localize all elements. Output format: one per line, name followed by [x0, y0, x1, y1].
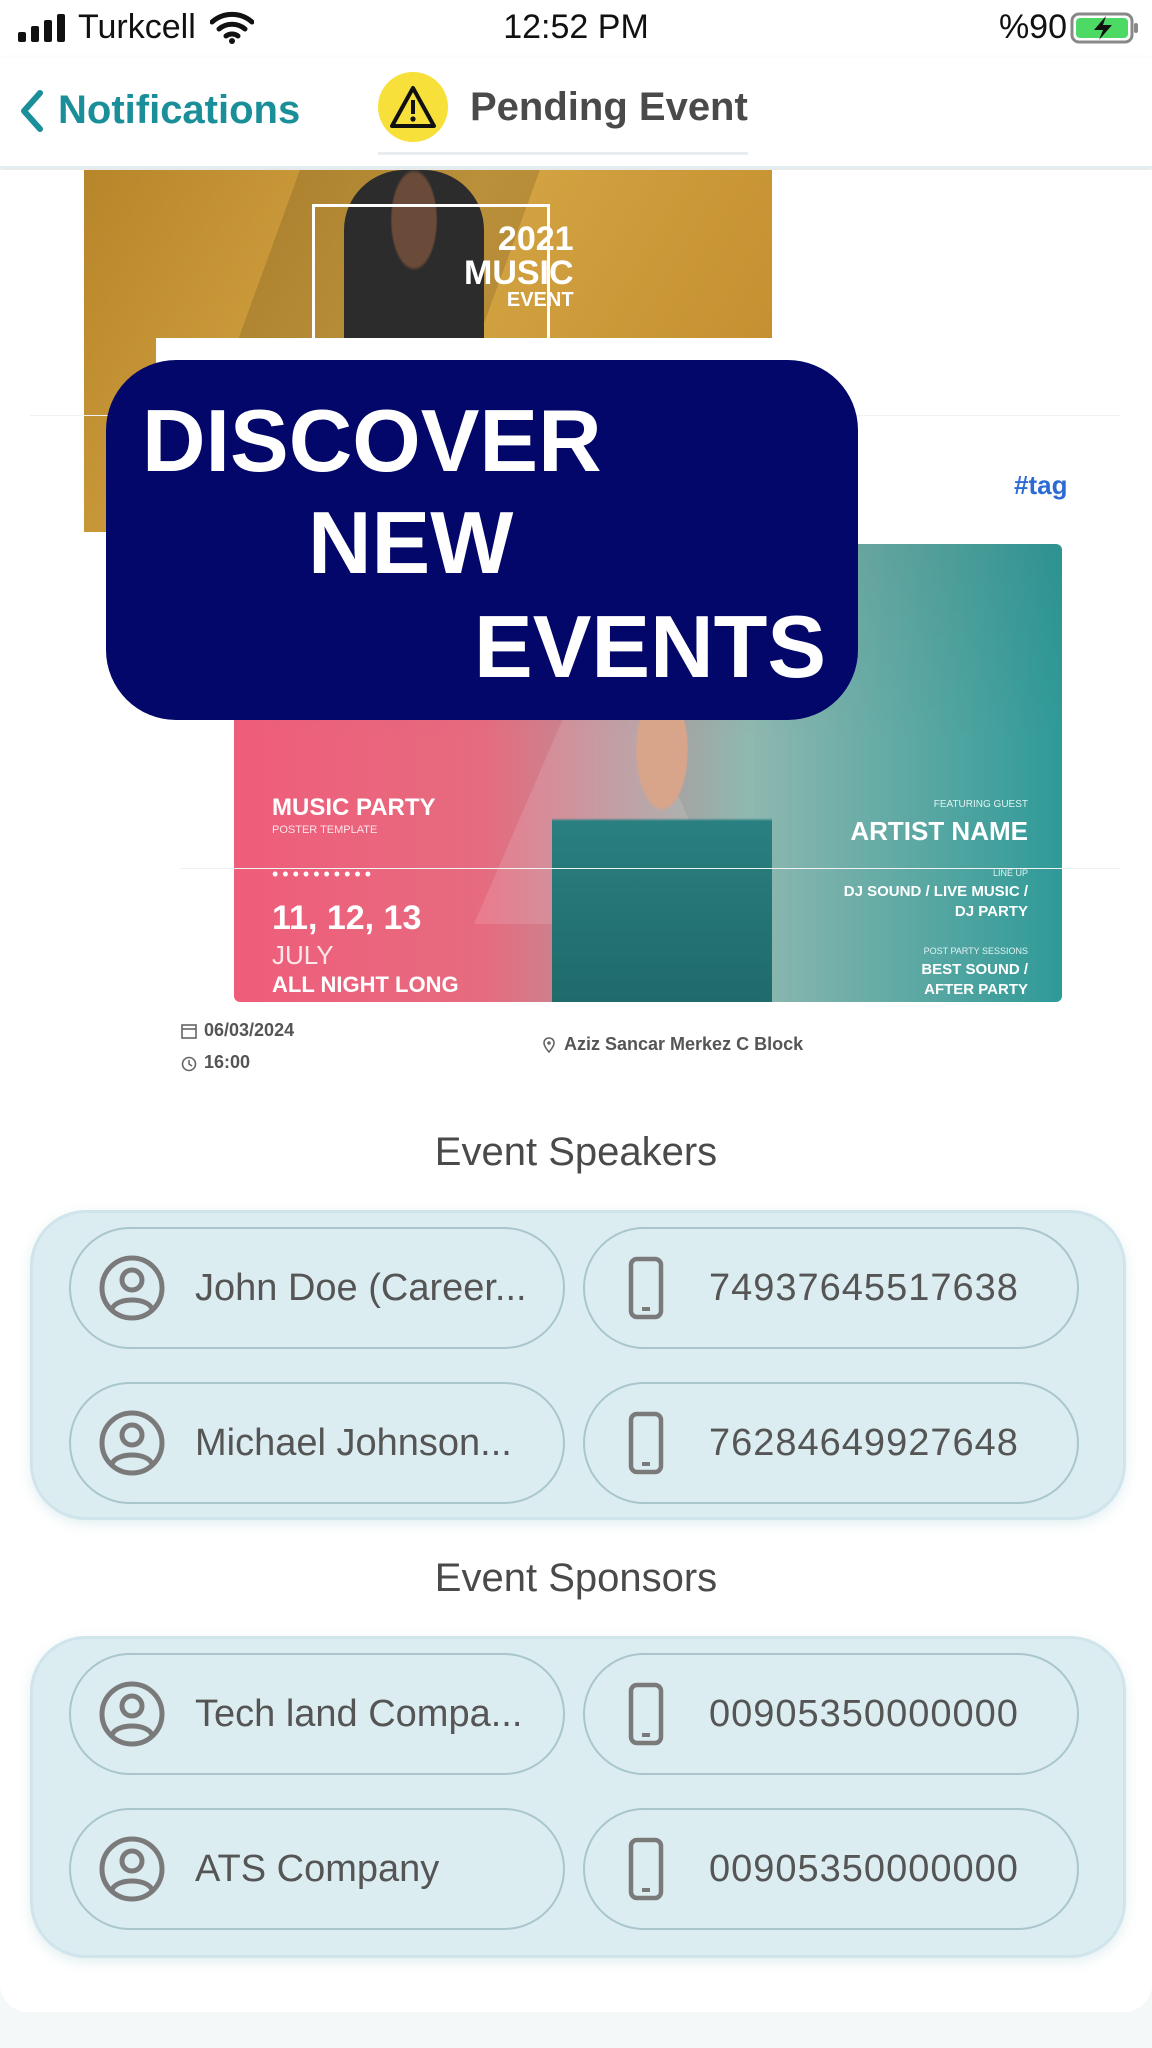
back-button[interactable]: Notifications — [18, 88, 300, 133]
sponsor-name-1[interactable]: Tech land Compa... — [69, 1653, 565, 1775]
poster-lineup: DJ SOUND / LIVE MUSIC / DJ PARTY — [843, 883, 1028, 920]
poster-lineup-label: LINE UP — [992, 868, 1028, 878]
phone-icon — [628, 1682, 664, 1746]
speakers-section-title: Event Speakers — [434, 1130, 718, 1174]
sponsors-list: Tech land Compa... 00905350000000 ATS Co… — [30, 1636, 1126, 1958]
warning-icon — [378, 72, 448, 142]
event-date: 06/03/2024 — [180, 1020, 294, 1041]
status-time: 12:52 PM — [503, 8, 649, 46]
speaker-phone-1[interactable]: 74937645517638 — [583, 1227, 1079, 1349]
phone-icon — [628, 1256, 664, 1320]
poster-dj-image — [552, 694, 772, 1002]
user-icon — [99, 1681, 165, 1747]
page-title: Pending Event — [470, 84, 748, 129]
speakers-list: John Doe (Career... 74937645517638 Micha… — [30, 1210, 1126, 1520]
sponsor-name-2[interactable]: ATS Company — [69, 1808, 565, 1930]
poster-month: JULY — [272, 940, 334, 970]
poster-night: ALL NIGHT LONG — [272, 972, 459, 997]
location-pin-icon — [543, 1036, 555, 1053]
status-bar: Turkcell 12:52 PM %90 — [0, 0, 1152, 58]
poster-party-title: MUSIC PARTY — [272, 794, 436, 821]
event-tag[interactable]: #tag — [1014, 470, 1067, 501]
speaker-name-1[interactable]: John Doe (Career... — [69, 1227, 565, 1349]
discover-events-banner: DISCOVER NEW EVENTS — [106, 360, 858, 720]
navigation-bar: Notifications Pending Event — [0, 58, 1152, 168]
chevron-left-icon — [21, 89, 43, 132]
sponsor-phone-2[interactable]: 00905350000000 — [583, 1808, 1079, 1930]
phone-icon — [628, 1837, 664, 1901]
user-icon — [99, 1255, 165, 1321]
poster-after-label: POST PARTY SESSIONS — [923, 946, 1028, 956]
battery-percentage: %90 — [998, 8, 1067, 46]
event-time: 16:00 — [180, 1052, 250, 1073]
user-icon — [99, 1836, 165, 1902]
poster-party-subtitle: POSTER TEMPLATE — [272, 824, 378, 836]
page-title-group: Pending Event — [378, 72, 748, 155]
phone-icon — [628, 1411, 664, 1475]
event-detail-card: 2021 MUSIC EVENT MUSIC PARTY POSTER TEMP… — [0, 170, 1152, 2012]
calendar-icon — [181, 1023, 197, 1039]
poster-featuring: FEATURING GUEST — [933, 799, 1028, 810]
back-label: Notifications — [58, 88, 301, 132]
speaker-phone-2[interactable]: 76284649927648 — [583, 1382, 1079, 1504]
poster-artist: ARTIST NAME — [850, 816, 1028, 846]
sponsors-section-title: Event Sponsors — [434, 1556, 718, 1600]
poster-year-text: 2021 MUSIC EVENT — [464, 220, 574, 311]
battery-charging-icon — [1070, 12, 1138, 44]
speaker-name-2[interactable]: Michael Johnson... — [69, 1382, 565, 1504]
sponsor-phone-1[interactable]: 00905350000000 — [583, 1653, 1079, 1775]
user-icon — [99, 1410, 165, 1476]
poster-after-party: BEST SOUND / AFTER PARTY — [921, 961, 1028, 998]
clock-icon — [181, 1056, 197, 1071]
poster-dates: 11, 12, 13 — [272, 899, 422, 937]
event-location: Aziz Sancar Merkez C Block — [540, 1034, 803, 1055]
